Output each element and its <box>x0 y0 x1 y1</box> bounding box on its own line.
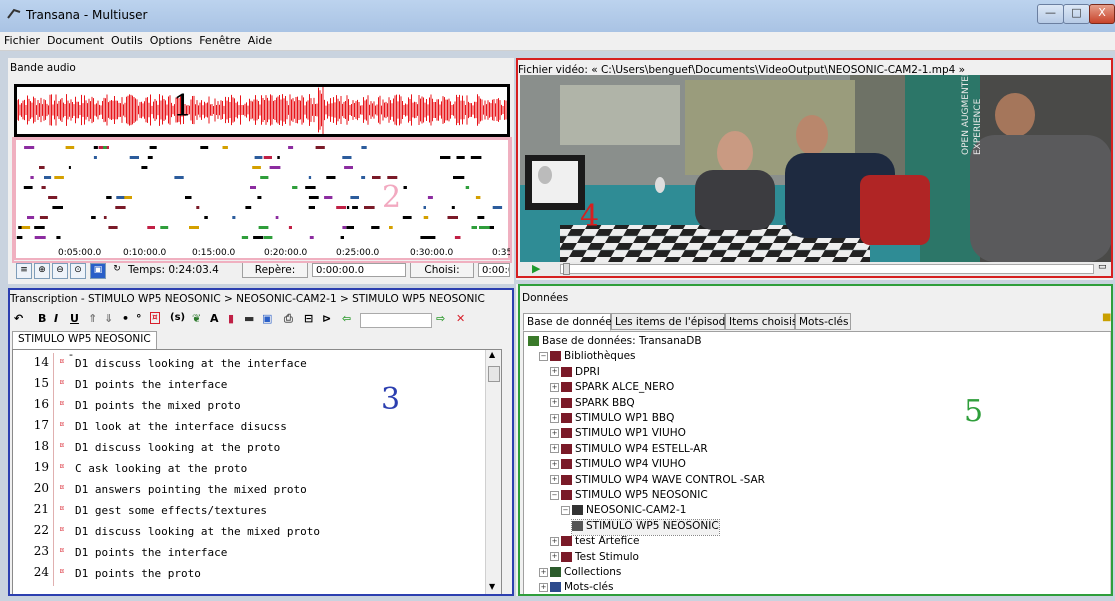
waveform-trace <box>17 87 507 134</box>
title-bar: Transana - Multiuser — □ X <box>0 0 1115 32</box>
highlight-box-5 <box>518 284 1113 596</box>
audio-panel-title: Bande audio <box>10 62 76 74</box>
window-title: Transana - Multiuser <box>26 8 148 22</box>
label-1: 1 <box>173 89 193 124</box>
menu-options[interactable]: Options <box>146 32 195 47</box>
maximize-button[interactable]: □ <box>1063 4 1090 24</box>
app-icon <box>7 8 21 19</box>
menu-bar: Fichier Document Outils Options Fenêtre Aide <box>0 32 1115 51</box>
close-button[interactable]: X <box>1089 4 1115 24</box>
menu-outils[interactable]: Outils <box>107 32 146 47</box>
zoom-fit-icon[interactable]: ⊙ <box>70 263 86 279</box>
menu-fichier[interactable]: Fichier <box>0 32 43 47</box>
highlight-box-2 <box>12 137 512 263</box>
zoom-out-icon[interactable]: ⊖ <box>52 263 68 279</box>
highlight-box-4 <box>516 58 1113 278</box>
save-icon[interactable]: ▣ <box>90 263 106 279</box>
repere-field[interactable]: 0:00:00.0 <box>312 263 406 277</box>
list-icon[interactable]: ≡ <box>16 263 32 279</box>
repere-button[interactable]: Repère: <box>242 262 308 278</box>
menu-fenetre[interactable]: Fenêtre <box>195 32 244 47</box>
time-display: Temps: 0:24:03.4 <box>128 264 219 276</box>
choisi-field[interactable]: 0:00:0( <box>478 263 510 277</box>
menu-aide[interactable]: Aide <box>244 32 275 47</box>
menu-document[interactable]: Document <box>43 32 107 47</box>
audio-toolbar: ≡ ⊕ ⊖ ⊙ ▣ ↻ Temps: 0:24:03.4 Repère: 0:0… <box>14 262 510 280</box>
waveform[interactable]: 1 <box>14 84 510 137</box>
minimize-button[interactable]: — <box>1037 4 1064 24</box>
highlight-box-3 <box>8 288 514 596</box>
refresh-icon[interactable]: ↻ <box>110 263 124 277</box>
zoom-in-icon[interactable]: ⊕ <box>34 263 50 279</box>
choisi-button[interactable]: Choisi: <box>410 262 474 278</box>
